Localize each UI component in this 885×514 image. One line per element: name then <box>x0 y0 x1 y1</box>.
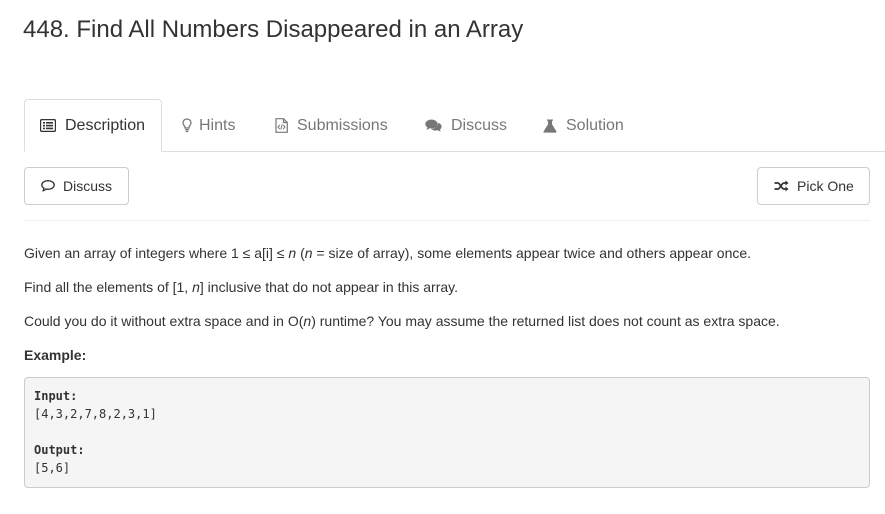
input-label: Input: <box>34 389 78 403</box>
flask-icon <box>543 119 557 133</box>
variable-n: n <box>304 245 313 261</box>
example-heading: Example: <box>24 347 87 363</box>
tab-bar: Description Hints Submissions Discuss So… <box>24 99 885 152</box>
pick-one-button[interactable]: Pick One <box>757 167 870 205</box>
description-text: = size of array), some elements appear t… <box>312 245 752 261</box>
discuss-button-label: Discuss <box>63 178 113 194</box>
list-icon <box>40 119 56 132</box>
page-title: 448. Find All Numbers Disappeared in an … <box>23 16 524 43</box>
tab-submissions[interactable]: Submissions <box>275 99 388 152</box>
tab-label: Description <box>65 116 146 134</box>
lightbulb-icon <box>182 118 192 133</box>
tab-label: Hints <box>199 116 236 134</box>
pick-one-button-label: Pick One <box>797 178 854 194</box>
output-value: [5,6] <box>34 461 71 475</box>
description-text: Could you do it without extra space and … <box>24 313 304 329</box>
comment-icon <box>41 180 55 192</box>
description-text: ) runtime? You may assume the returned l… <box>311 313 780 329</box>
code-file-icon <box>275 118 288 133</box>
comments-icon <box>425 119 442 132</box>
description-text: ] inclusive that do not appear in this a… <box>199 279 458 295</box>
description-paragraph: Could you do it without extra space and … <box>24 313 780 329</box>
tab-discuss[interactable]: Discuss <box>425 99 507 152</box>
input-value: [4,3,2,7,8,2,3,1] <box>34 407 157 421</box>
description-text: Find all the elements of [1, <box>24 279 193 295</box>
divider <box>24 220 870 221</box>
tab-hints[interactable]: Hints <box>182 99 235 152</box>
tab-label: Submissions <box>297 116 388 134</box>
description-paragraph: Given an array of integers where 1 ≤ a[i… <box>24 245 751 261</box>
description-text: Given an array of integers where 1 ≤ a[i… <box>24 245 289 261</box>
discuss-button[interactable]: Discuss <box>24 167 129 205</box>
description-paragraph: Find all the elements of [1, n] inclusiv… <box>24 279 458 295</box>
description-text: ( <box>296 245 305 261</box>
output-label: Output: <box>34 443 85 457</box>
tab-label: Solution <box>566 116 624 134</box>
tab-label: Discuss <box>451 116 508 134</box>
shuffle-icon <box>774 180 789 192</box>
example-code-block: Input: [4,3,2,7,8,2,3,1] Output: [5,6] <box>24 377 870 488</box>
tab-description[interactable]: Description <box>24 99 163 152</box>
variable-n: n <box>192 279 200 295</box>
tab-solution[interactable]: Solution <box>543 99 624 152</box>
